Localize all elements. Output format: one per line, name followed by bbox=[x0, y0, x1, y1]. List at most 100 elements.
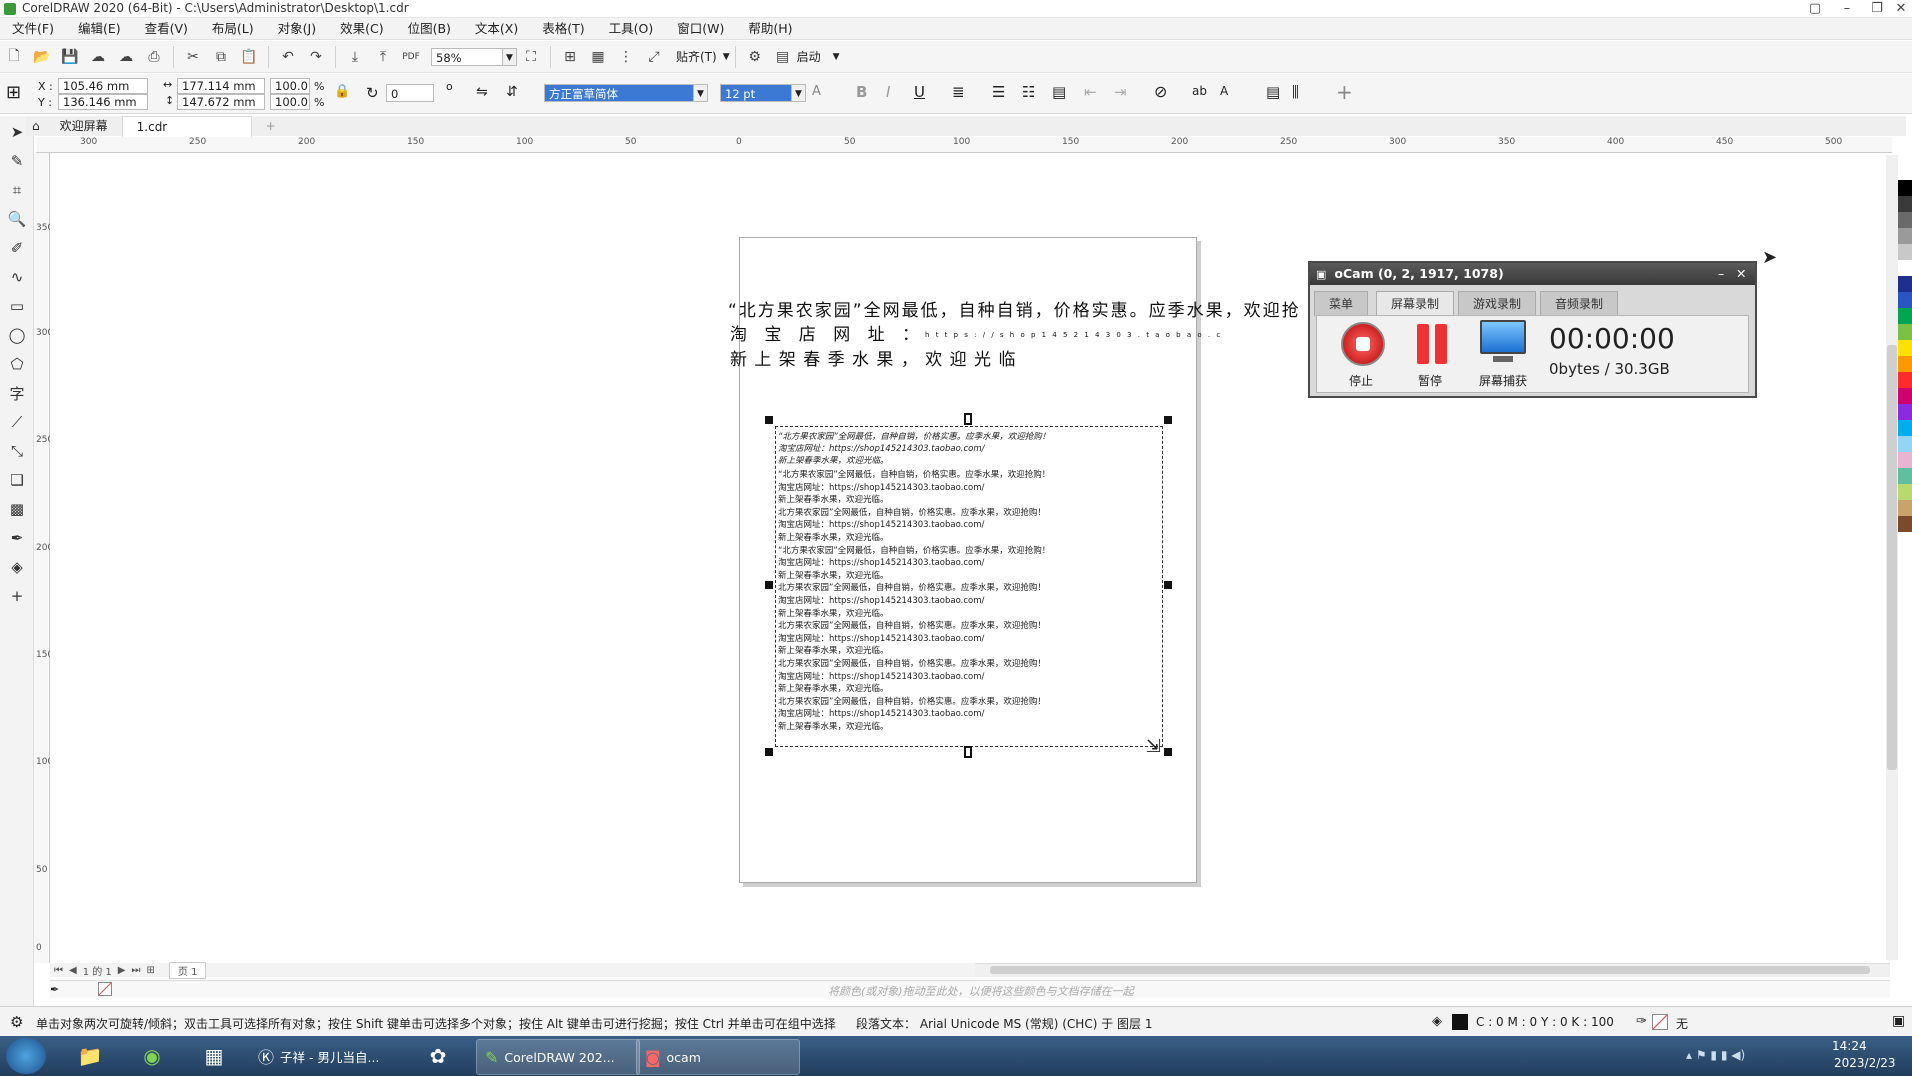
add-tool-icon[interactable]: + bbox=[4, 583, 30, 609]
vertical-text-icon[interactable]: ⫼ bbox=[1292, 83, 1299, 101]
browser-icon[interactable]: ◉ bbox=[132, 1039, 172, 1073]
color-styles-icon[interactable]: ▣ bbox=[1892, 1013, 1905, 1029]
paste-icon[interactable]: 📋 bbox=[238, 46, 260, 68]
object-origin-icon[interactable]: ⊞ bbox=[6, 82, 21, 103]
bullet-list-icon[interactable]: ☰ bbox=[992, 83, 1005, 101]
ocam-tab-menu[interactable]: 菜单 bbox=[1314, 291, 1369, 316]
help-icon[interactable]: ▢ bbox=[1800, 0, 1830, 18]
increase-indent-icon[interactable]: ⇥ bbox=[1114, 83, 1127, 101]
mirror-vertical-icon[interactable]: ⇵ bbox=[506, 84, 518, 100]
pause-icon[interactable] bbox=[1417, 324, 1429, 364]
cut-icon[interactable]: ✂ bbox=[182, 46, 204, 68]
scale-height-field[interactable]: 100.0 bbox=[270, 94, 310, 110]
edit-text-icon[interactable]: A bbox=[1220, 84, 1228, 98]
horizontal-ruler[interactable]: 300 250 200 150 100 50 0 50 100 150 200 … bbox=[36, 137, 1892, 153]
scale-width-field[interactable]: 100.0 bbox=[270, 78, 310, 94]
menu-tools[interactable]: 工具(O) bbox=[597, 18, 666, 40]
chevron-down-icon[interactable]: ▼ bbox=[723, 52, 730, 62]
export-icon[interactable]: ⤒ bbox=[372, 46, 394, 68]
snap-to-menu[interactable]: 贴齐(T) bbox=[676, 48, 717, 65]
cloud-download-icon[interactable]: ☁ bbox=[115, 46, 137, 68]
font-size-dropdown-icon[interactable]: ▼ bbox=[792, 84, 806, 102]
page-tab[interactable]: 页 1 bbox=[168, 961, 207, 979]
outline-color-swatch[interactable] bbox=[1652, 1014, 1668, 1030]
gear-icon[interactable]: ⚙ bbox=[10, 1013, 23, 1031]
palette-swatch[interactable] bbox=[1898, 356, 1912, 372]
palette-swatch[interactable] bbox=[1898, 260, 1912, 276]
menu-table[interactable]: 表格(T) bbox=[530, 18, 596, 40]
zoom-tool-icon[interactable]: 🔍 bbox=[4, 206, 30, 232]
italic-icon[interactable]: I bbox=[886, 83, 890, 101]
first-page-icon[interactable]: ⏮ bbox=[54, 965, 63, 976]
pause-icon[interactable] bbox=[1435, 324, 1447, 364]
print-icon[interactable]: ⎙ bbox=[143, 46, 165, 68]
text-properties-icon[interactable]: ab bbox=[1192, 84, 1207, 98]
underline-icon[interactable]: U bbox=[914, 83, 925, 101]
menu-window[interactable]: 窗口(W) bbox=[665, 18, 736, 40]
height-field[interactable]: 147.672 mm bbox=[177, 94, 265, 110]
selection-handle[interactable] bbox=[765, 748, 773, 756]
artistic-media-icon[interactable]: ∿ bbox=[4, 264, 30, 290]
taskbar-item-coreldraw[interactable]: ✎ CorelDRAW 202... bbox=[476, 1039, 640, 1075]
palette-swatch[interactable] bbox=[1898, 196, 1912, 212]
font-size-list-icon[interactable]: A bbox=[812, 84, 821, 99]
import-icon[interactable]: ⤓ bbox=[344, 46, 366, 68]
palette-swatch[interactable] bbox=[1898, 420, 1912, 436]
transparency-icon[interactable]: ▩ bbox=[4, 496, 30, 522]
options-gear-icon[interactable]: ⚙ bbox=[744, 46, 766, 68]
palette-swatch[interactable] bbox=[1898, 308, 1912, 324]
palette-swatch[interactable] bbox=[1898, 276, 1912, 292]
copy-icon[interactable]: ⧉ bbox=[210, 46, 232, 68]
rulers-icon[interactable]: ⊞ bbox=[559, 46, 581, 68]
horizontal-scroll-thumb[interactable] bbox=[990, 966, 1870, 974]
fill-color-swatch[interactable] bbox=[1452, 1014, 1468, 1030]
vertical-scroll-thumb[interactable] bbox=[1887, 345, 1897, 770]
palette-swatch[interactable] bbox=[1898, 212, 1912, 228]
menu-edit[interactable]: 编辑(E) bbox=[66, 18, 133, 40]
add-icon[interactable]: + bbox=[1336, 80, 1353, 104]
explorer-icon[interactable]: 📁 bbox=[70, 1039, 110, 1073]
rectangle-tool-icon[interactable]: ▭ bbox=[4, 293, 30, 319]
taskbar-item-ocam[interactable]: ◙ ocam bbox=[636, 1039, 800, 1075]
rotate-icon[interactable]: ↻ bbox=[366, 84, 379, 102]
new-document-icon[interactable]: 🗋 bbox=[3, 46, 25, 68]
dimension-tool-icon[interactable]: ⟋ bbox=[4, 409, 30, 435]
crop-tool-icon[interactable]: ⌗ bbox=[4, 177, 30, 203]
ocam-tab-game-record[interactable]: 游戏录制 bbox=[1458, 291, 1537, 316]
ellipse-tool-icon[interactable]: ◯ bbox=[4, 322, 30, 348]
menu-text[interactable]: 文本(X) bbox=[463, 18, 530, 40]
no-color-swatch[interactable] bbox=[98, 982, 112, 996]
menu-object[interactable]: 对象(J) bbox=[266, 18, 328, 40]
pause-label[interactable]: 暂停 bbox=[1418, 372, 1442, 389]
app-icon[interactable]: ▦ bbox=[194, 1039, 234, 1073]
stop-label[interactable]: 停止 bbox=[1349, 372, 1373, 389]
ocam-title-bar[interactable]: ▣ oCam (0, 2, 1917, 1078) – ✕ bbox=[1310, 263, 1755, 285]
launch-menu[interactable]: 启动 bbox=[797, 48, 821, 65]
palette-swatch[interactable] bbox=[1898, 500, 1912, 516]
zoom-level-field[interactable]: 58% bbox=[431, 47, 503, 66]
cloud-upload-icon[interactable]: ☁ bbox=[87, 46, 109, 68]
text-bottom-tab-handle[interactable] bbox=[964, 746, 972, 758]
palette-swatch[interactable] bbox=[1898, 324, 1912, 340]
artistic-text-line-2[interactable]: 淘 宝 店 网 址 ：h t t p s : / / s h o p 1 4 5… bbox=[730, 320, 1222, 345]
prev-page-icon[interactable]: ◀ bbox=[69, 965, 77, 976]
drop-shadow-icon[interactable]: ❏ bbox=[4, 467, 30, 493]
lock-ratio-icon[interactable]: 🔒 bbox=[334, 84, 350, 99]
menu-layout[interactable]: 布局(L) bbox=[200, 18, 266, 40]
font-dropdown-icon[interactable]: ▼ bbox=[694, 84, 708, 102]
y-position-field[interactable]: 136.146 mm bbox=[58, 94, 148, 110]
add-tab-icon[interactable]: + bbox=[252, 116, 290, 136]
opentype-icon[interactable]: ⊘ bbox=[1154, 82, 1167, 101]
decrease-indent-icon[interactable]: ⇤ bbox=[1084, 83, 1097, 101]
palette-swatch[interactable] bbox=[1898, 340, 1912, 356]
save-icon[interactable]: 💾 bbox=[59, 46, 81, 68]
artistic-text-line-3[interactable]: 新 上 架 春 季 水 果 ， 欢 迎 光 临 bbox=[730, 345, 1016, 370]
text-tool-icon[interactable]: 字 bbox=[4, 380, 30, 406]
palette-swatch[interactable] bbox=[1898, 436, 1912, 452]
selection-handle[interactable] bbox=[765, 416, 773, 424]
launch-icon[interactable]: ▤ bbox=[772, 46, 794, 68]
start-button[interactable] bbox=[6, 1038, 46, 1074]
palette-swatch[interactable] bbox=[1898, 388, 1912, 404]
ocam-minimize-button[interactable]: – bbox=[1718, 263, 1724, 285]
last-page-icon[interactable]: ⏭ bbox=[132, 965, 141, 976]
